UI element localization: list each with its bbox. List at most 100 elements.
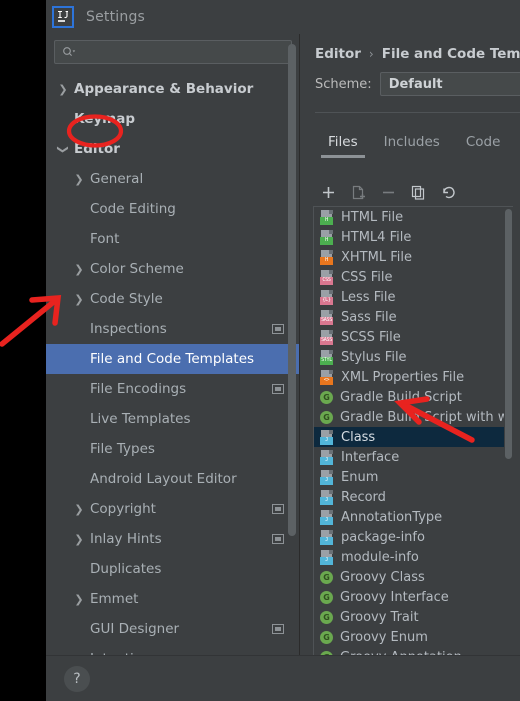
project-scope-badge-icon [272,624,284,634]
chevron-right-icon[interactable]: ❯ [72,534,86,545]
file-icon: H [320,229,334,245]
template-list-item[interactable]: J Enum [314,467,512,487]
template-list-item[interactable]: J Class [314,427,512,447]
template-name: Less File [341,289,396,305]
template-list-item[interactable]: Jpackage-info [314,527,512,547]
template-list-item[interactable]: {L} Less File [314,287,512,307]
chevron-right-icon[interactable]: ❯ [56,84,70,95]
sidebar-item-live-templates[interactable]: Live Templates [46,404,300,434]
template-list-item[interactable]: G Gradle Build Script [314,387,512,407]
template-list-item[interactable]: G Groovy Enum [314,627,512,647]
sidebar-item-label: File and Code Templates [90,351,255,367]
template-list-item[interactable]: G Groovy Trait [314,607,512,627]
sidebar-item-label: Inspections [90,321,167,337]
sidebar-item-gui-designer[interactable]: GUI Designer [46,614,300,644]
file-icon: STYL [320,349,334,365]
template-name: Groovy Interface [340,589,449,605]
file-icon: H [320,209,334,225]
groovy-circle-icon: G [320,390,333,404]
sidebar-scrollbar-track[interactable] [288,44,296,544]
template-list-item[interactable]: G Groovy Interface [314,587,512,607]
search-box[interactable] [54,40,292,64]
template-list-item[interactable]: H HTML4 File [314,227,512,247]
template-name: Interface [341,449,400,465]
template-name: HTML File [341,209,404,225]
sidebar-item-general[interactable]: ❯ General [46,164,300,194]
chevron-down-icon [72,50,76,53]
add-button[interactable] [313,180,343,204]
chevron-right-icon[interactable]: ❯ [72,504,86,515]
sidebar-item-label: File Encodings [90,381,187,397]
template-list-item[interactable]: Jmodule-info [314,547,512,567]
sidebar-item-label: Android Layout Editor [90,471,237,487]
copy-button[interactable] [403,180,433,204]
sidebar-item-label: Code Editing [90,201,176,217]
chevron-right-icon[interactable]: ❯ [72,264,86,275]
tab-files[interactable]: Files [315,134,371,158]
sidebar-item-code-editing[interactable]: Code Editing [46,194,300,224]
chevron-down-icon[interactable]: ❯ [57,142,70,156]
template-name: Class [341,429,376,445]
sidebar-item-keymap[interactable]: Keymap [46,104,300,134]
groovy-circle-icon: G [320,610,333,624]
sidebar-item-code-style[interactable]: ❯ Code Style [46,284,300,314]
tab-other[interactable]: Other [513,134,520,158]
sidebar-item-copyright[interactable]: ❯ Copyright [46,494,300,524]
tab-includes[interactable]: Includes [371,134,453,158]
scheme-select[interactable]: Default [379,72,520,96]
template-list-item[interactable]: H XHTML File [314,247,512,267]
groovy-circle-icon: G [320,630,333,644]
chevron-right-icon[interactable]: ❯ [72,594,86,605]
template-list-item[interactable]: SASS Sass File [314,307,512,327]
template-list-item[interactable]: G Groovy Class [314,567,512,587]
template-list-item[interactable]: G Gradle Build Script with wrapper [314,407,513,427]
chevron-right-icon[interactable]: ❯ [72,294,86,305]
sidebar-item-emmet[interactable]: ❯ Emmet [46,584,300,614]
templates-toolbar[interactable] [313,179,509,205]
template-list-item[interactable]: SASS SCSS File [314,327,512,347]
templates-scrollbar-thumb[interactable] [505,209,512,459]
breadcrumb-parent[interactable]: Editor [315,46,361,62]
sidebar-item-editor[interactable]: ❯ Editor [46,134,300,164]
template-name: Groovy Enum [340,629,428,645]
scheme-value: Default [388,76,443,92]
template-tabs[interactable]: Files Includes Code Other [315,134,520,158]
sidebar-item-label: Color Scheme [90,261,184,277]
template-list-item[interactable]: STYL Stylus File [314,347,512,367]
sidebar-item-appearance-behavior[interactable]: ❯ Appearance & Behavior [46,74,300,104]
sidebar-item-label: Code Style [90,291,163,307]
template-name: module-info [341,549,419,565]
sidebar-item-label: Live Templates [90,411,191,427]
reset-button[interactable] [433,180,463,204]
sidebar-item-inlay-hints[interactable]: ❯ Inlay Hints [46,524,300,554]
template-list-item[interactable]: H HTML File [314,207,512,227]
tab-code[interactable]: Code [453,134,514,158]
template-name: Stylus File [341,349,407,365]
templates-scrollbar-track[interactable] [504,207,513,697]
help-button[interactable]: ? [64,666,90,692]
template-list-item[interactable]: CSS CSS File [314,267,512,287]
minus-icon [381,185,396,200]
sidebar-item-file-types[interactable]: File Types [46,434,300,464]
template-list-item[interactable]: J Interface [314,447,512,467]
search-area [46,34,300,68]
sidebar-item-font[interactable]: Font [46,224,300,254]
sidebar-item-intentions[interactable]: Intentions [46,644,300,655]
scheme-label: Scheme: [315,76,372,92]
settings-tree[interactable]: ❯ Appearance & Behavior Keymap ❯ Editor ❯ Gene… [46,74,300,655]
templates-list[interactable]: H HTML File H HTML4 File H XHTML File CSS CSS F… [314,207,513,687]
project-scope-badge-icon [272,384,284,394]
chevron-right-icon[interactable]: ❯ [72,174,86,185]
template-list-item[interactable]: J AnnotationType [314,507,512,527]
template-list-item[interactable]: <> XML Properties File [314,367,512,387]
sidebar-item-file-encodings[interactable]: File Encodings [46,374,300,404]
sidebar-item-inspections[interactable]: Inspections [46,314,300,344]
sidebar-scrollbar-thumb[interactable] [288,44,296,536]
template-list-item[interactable]: J Record [314,487,512,507]
sidebar-item-duplicates[interactable]: Duplicates [46,554,300,584]
sidebar-item-file-and-code-templates[interactable]: File and Code Templates [46,344,300,374]
file-icon: SASS [320,309,334,325]
sidebar-item-color-scheme[interactable]: ❯ Color Scheme [46,254,300,284]
sidebar-item-android-layout-editor[interactable]: Android Layout Editor [46,464,300,494]
search-input[interactable] [76,44,291,60]
